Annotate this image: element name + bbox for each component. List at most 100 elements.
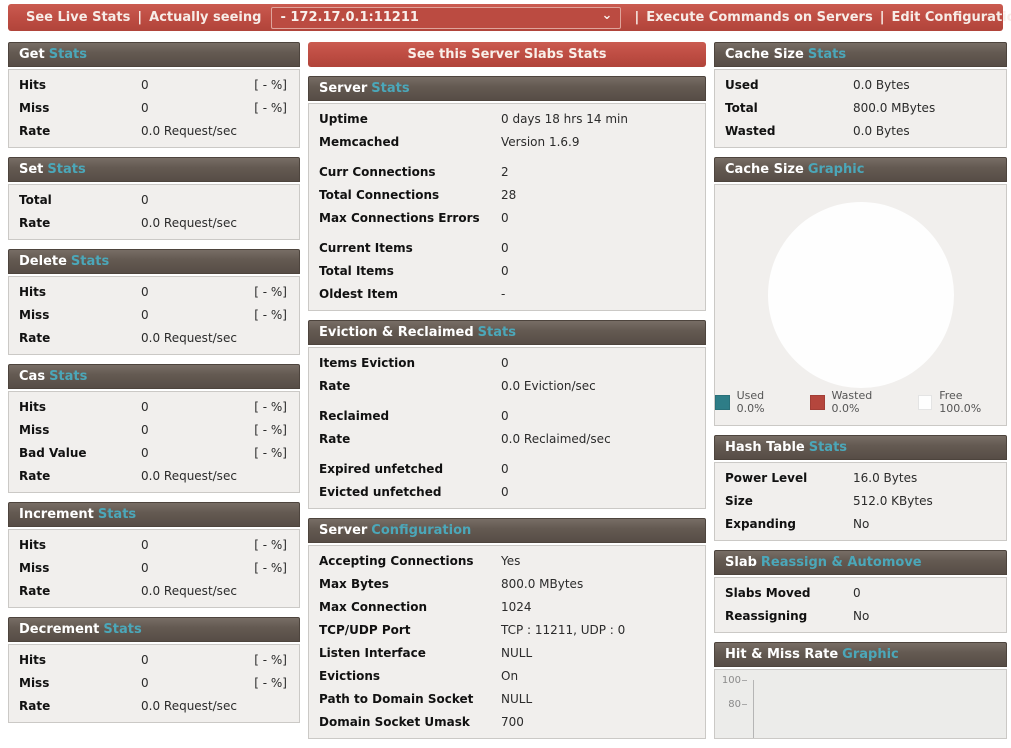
- cache-size-pie-chart: Used 0.0%Wasted 0.0%Free 100.0%: [714, 184, 1007, 426]
- stat-label: Reassigning: [725, 608, 853, 625]
- stat-label: Rate: [19, 215, 141, 232]
- panel-title: ServerStats: [308, 76, 706, 101]
- stat-label: Expired unfetched: [319, 461, 501, 478]
- stat-row: Expired unfetched0: [309, 458, 705, 481]
- stat-value: Version 1.6.9: [501, 134, 579, 151]
- stat-value: NULL: [501, 691, 532, 708]
- legend-item: Used 0.0%: [715, 389, 794, 415]
- stat-row: Evicted unfetched0: [309, 481, 705, 504]
- stat-label: Hits: [19, 399, 141, 416]
- server-slabs-stats-button[interactable]: See this Server Slabs Stats: [308, 42, 706, 67]
- cas-stats-panel: CasStats Hits0[ - %]Miss0[ - %]Bad Value…: [8, 364, 300, 493]
- stat-label: Miss: [19, 422, 141, 439]
- stat-percent: [ - %]: [254, 284, 289, 301]
- stat-row: Domain Socket Umask700: [309, 711, 705, 734]
- stat-label: Path to Domain Socket: [319, 691, 501, 708]
- stat-row: Rate0.0 Request/sec: [9, 465, 299, 488]
- stat-value: 0: [141, 537, 149, 554]
- panel-title-main: Server: [319, 523, 367, 538]
- stat-row: Hits0[ - %]: [9, 281, 299, 304]
- execute-commands-link[interactable]: Execute Commands on Servers: [646, 10, 873, 25]
- panel-title: Server Configuration: [308, 518, 706, 543]
- stat-row: Miss0[ - %]: [9, 97, 299, 120]
- stat-percent: [ - %]: [254, 399, 289, 416]
- stat-row: Listen InterfaceNULL: [309, 642, 705, 665]
- stat-label: Evicted unfetched: [319, 484, 501, 501]
- stat-row: Items Eviction0: [309, 352, 705, 375]
- stat-value: 0: [141, 307, 149, 324]
- stat-label: Hits: [19, 537, 141, 554]
- stat-value: No: [853, 608, 869, 625]
- panel-title: CasStats: [8, 364, 300, 389]
- stat-value: 0: [501, 355, 509, 372]
- stat-row: Size512.0 KBytes: [715, 490, 1006, 513]
- panel-title: Cache SizeStats: [714, 42, 1007, 67]
- stat-label: Miss: [19, 100, 141, 117]
- legend-item: Wasted 0.0%: [810, 389, 902, 415]
- get-stats-panel: GetStats Hits0[ - %]Miss0[ - %]Rate0.0 R…: [8, 42, 300, 148]
- server-select[interactable]: - 172.17.0.1:11211: [271, 7, 621, 29]
- stat-value: 0.0 Reclaimed/sec: [501, 431, 611, 448]
- stat-label: Rate: [19, 468, 141, 485]
- panel-title-accent: Graphic: [808, 162, 865, 177]
- see-live-stats-link[interactable]: See Live Stats: [26, 10, 130, 25]
- panel-title: Decrement Stats: [8, 617, 300, 642]
- stat-label: Bad Value: [19, 445, 141, 462]
- stat-value: 28: [501, 187, 516, 204]
- hit-miss-rate-chart: 10080: [714, 669, 1007, 739]
- server-select-wrap: - 172.17.0.1:11211 ⌄: [271, 7, 621, 29]
- stat-row: Rate0.0 Reclaimed/sec: [309, 428, 705, 451]
- separator: |: [634, 10, 639, 25]
- stat-row: Uptime0 days 18 hrs 14 min: [309, 108, 705, 131]
- stat-value: 0: [141, 445, 149, 462]
- panel-title-accent: Stats: [47, 162, 85, 177]
- panel-title-accent: Stats: [809, 440, 847, 455]
- stat-label: Total: [19, 192, 141, 209]
- stat-row: Hits0[ - %]: [9, 649, 299, 672]
- stat-label: Memcached: [319, 134, 501, 151]
- panel-title-main: Decrement: [19, 622, 99, 637]
- edit-configuration-link[interactable]: Edit Configuration: [891, 10, 1011, 25]
- stat-label: Rate: [19, 123, 141, 140]
- panel-title: SlabReassign & Automove: [714, 550, 1007, 575]
- panel-title: SetStats: [8, 157, 300, 182]
- stat-row: Bad Value0[ - %]: [9, 442, 299, 465]
- stat-row: Max Connection1024: [309, 596, 705, 619]
- panel-title-main: Get: [19, 47, 45, 62]
- stat-value: 0: [501, 240, 509, 257]
- stat-row: Used0.0 Bytes: [715, 74, 1006, 97]
- stat-label: Evictions: [319, 668, 501, 685]
- increment-stats-panel: IncrementStats Hits0[ - %]Miss0[ - %]Rat…: [8, 502, 300, 608]
- panel-title-accent: Stats: [49, 369, 87, 384]
- stat-label: Total: [725, 100, 853, 117]
- pie-chart-legend: Used 0.0%Wasted 0.0%Free 100.0%: [715, 389, 1006, 425]
- stat-row: MemcachedVersion 1.6.9: [309, 131, 705, 154]
- stat-row: Miss0[ - %]: [9, 419, 299, 442]
- stat-row: ExpandingNo: [715, 513, 1006, 536]
- stat-value: -: [501, 286, 505, 303]
- panel-title-accent: Configuration: [371, 523, 471, 538]
- stat-label: Reclaimed: [319, 408, 501, 425]
- panel-title: GetStats: [8, 42, 300, 67]
- stat-row: Total800.0 MBytes: [715, 97, 1006, 120]
- stat-row: Current Items0: [309, 237, 705, 260]
- stat-row: Miss0[ - %]: [9, 304, 299, 327]
- panel-title-accent: Stats: [103, 622, 141, 637]
- panel-title: IncrementStats: [8, 502, 300, 527]
- server-configuration-panel: Server Configuration Accepting Connection…: [308, 518, 706, 739]
- panel-title-main: Hash Table: [725, 440, 805, 455]
- stat-percent: [ - %]: [254, 652, 289, 669]
- stat-value: 0: [501, 484, 509, 501]
- panel-title: Cache SizeGraphic: [714, 157, 1007, 182]
- stat-value: 0: [141, 100, 149, 117]
- pie-chart-circle: [768, 202, 954, 388]
- stat-label: Rate: [19, 698, 141, 715]
- legend-label: Used 0.0%: [737, 389, 794, 415]
- stat-value: 0.0 Request/sec: [141, 698, 237, 715]
- stat-row: Power Level16.0 Bytes: [715, 467, 1006, 490]
- panel-title-main: Slab: [725, 555, 757, 570]
- stat-label: Rate: [19, 330, 141, 347]
- stat-label: Accepting Connections: [319, 553, 501, 570]
- stat-row: Rate0.0 Request/sec: [9, 120, 299, 143]
- stat-label: Size: [725, 493, 853, 510]
